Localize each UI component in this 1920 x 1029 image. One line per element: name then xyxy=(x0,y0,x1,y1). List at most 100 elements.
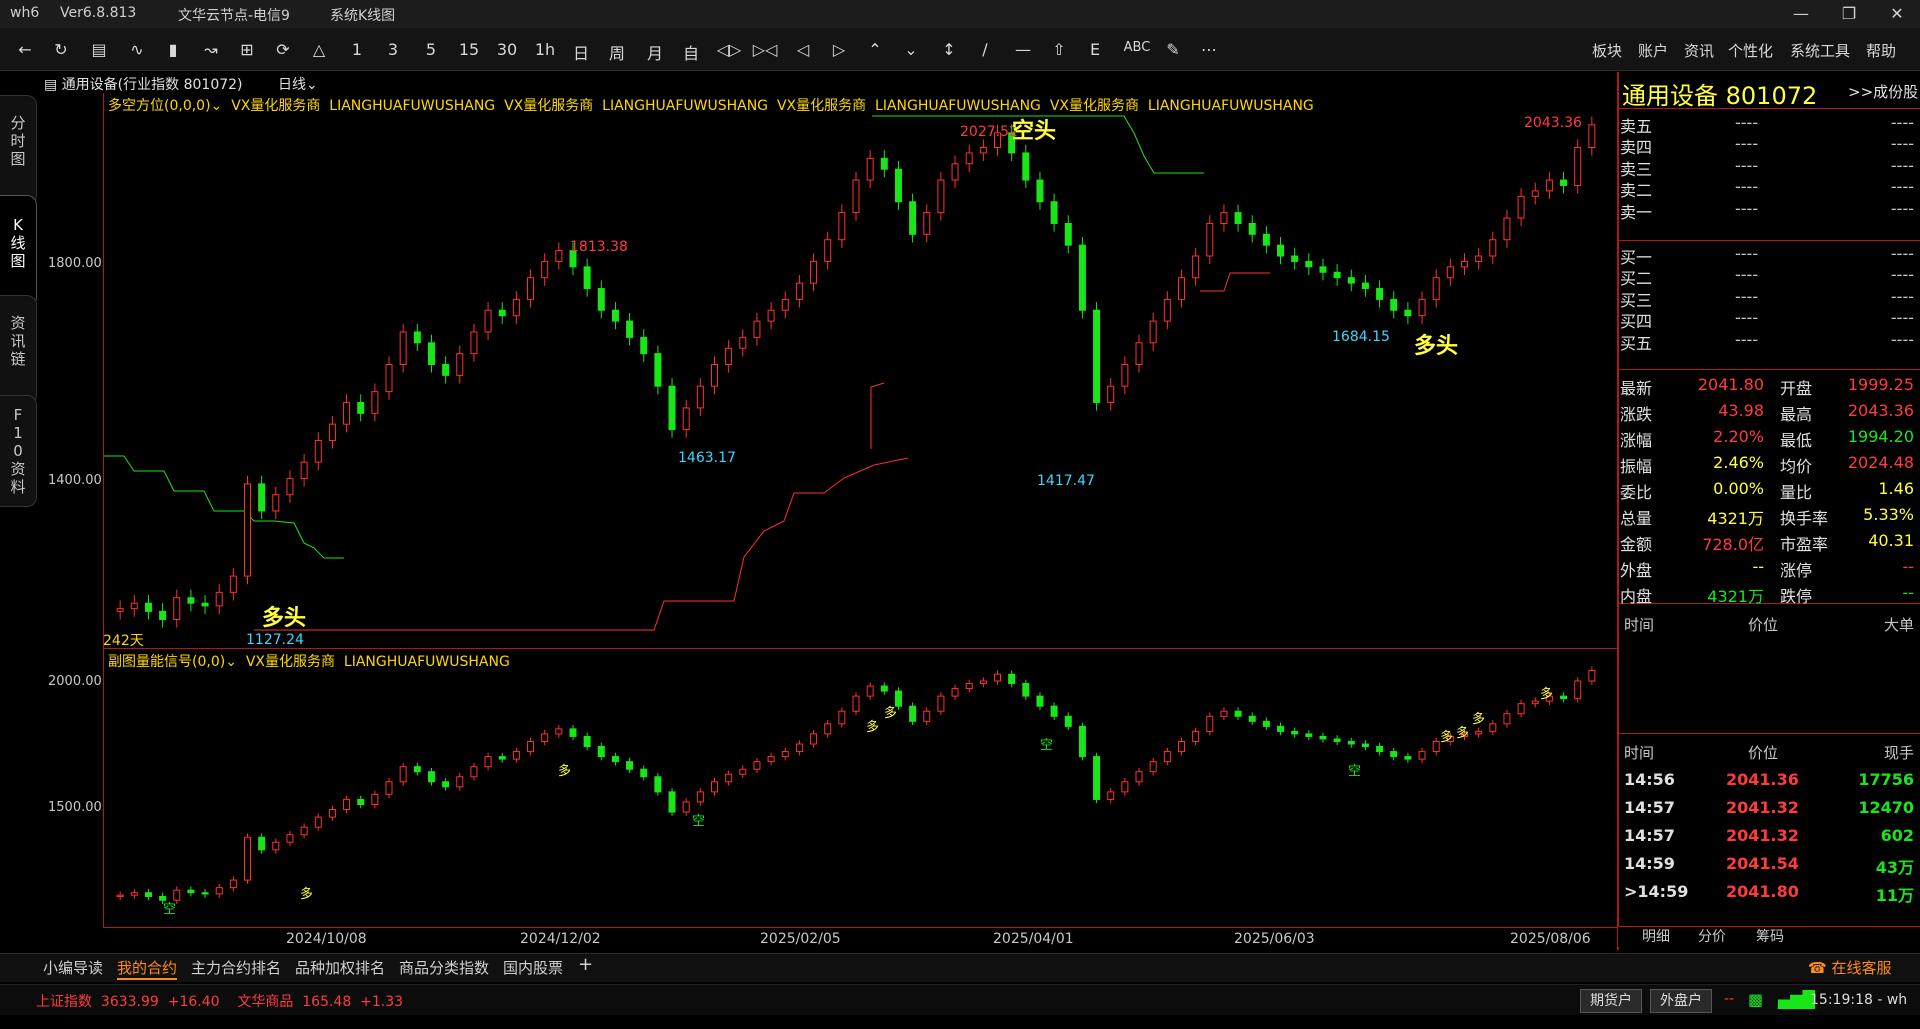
divider xyxy=(1619,240,1920,241)
menu-system-tools[interactable]: 系统工具 xyxy=(1790,40,1850,61)
components-link[interactable]: >>成份股 xyxy=(1848,81,1918,102)
menu-news[interactable]: 资讯 xyxy=(1684,40,1714,61)
period-15[interactable]: 15 xyxy=(456,40,482,59)
sub-axis-label: 1500.00 xyxy=(48,800,102,815)
close-icon[interactable]: ✕ xyxy=(1874,2,1920,26)
period-week[interactable]: 周 xyxy=(604,40,630,64)
prev-icon[interactable]: ◁ xyxy=(790,40,816,59)
tab-detail[interactable]: 明细 xyxy=(1642,926,1670,946)
zoom-out-icon[interactable]: ⌄ xyxy=(898,40,924,59)
server-node[interactable]: 文华云节点-电信9 xyxy=(178,5,290,25)
candle xyxy=(1404,309,1412,317)
period-day[interactable]: 日 xyxy=(568,40,594,64)
candle xyxy=(357,401,365,414)
period-5[interactable]: 5 xyxy=(418,40,444,59)
menu-help[interactable]: 帮助 xyxy=(1866,40,1896,61)
tab-f10[interactable]: F10资料 xyxy=(0,395,37,507)
tab-commodity-index[interactable]: 商品分类指数 xyxy=(399,957,489,978)
candle xyxy=(1376,746,1384,753)
futures-account-button[interactable]: 期货户 xyxy=(1580,989,1642,1013)
candle xyxy=(1107,791,1115,800)
divider xyxy=(1619,733,1920,734)
bar-chart-icon[interactable]: ▮ xyxy=(160,40,186,59)
candle xyxy=(385,781,393,795)
menu-account[interactable]: 账户 xyxy=(1638,40,1668,61)
period-30[interactable]: 30 xyxy=(494,40,520,59)
duo-signal: 多 xyxy=(884,706,898,721)
candle xyxy=(244,836,252,881)
tab-my-contracts[interactable]: 我的合约 xyxy=(117,957,178,980)
candle xyxy=(682,801,690,813)
period-1[interactable]: 1 xyxy=(344,40,370,59)
zoom-in-icon[interactable]: ⌃ xyxy=(862,40,888,59)
period-month[interactable]: 月 xyxy=(642,40,668,64)
chart-canvas[interactable] xyxy=(104,93,1616,928)
candle xyxy=(1107,385,1115,403)
minimize-icon[interactable]: — xyxy=(1778,2,1824,26)
plus-box-icon[interactable]: ⊞ xyxy=(234,40,260,59)
crosshair-icon[interactable]: ↕ xyxy=(936,40,962,59)
tab-news-chain[interactable]: 资讯链 xyxy=(0,295,37,405)
candle xyxy=(1531,190,1539,197)
online-service[interactable]: ☎ 在线客服 xyxy=(1808,957,1891,978)
candle xyxy=(880,157,888,170)
external-account-button[interactable]: 外盘户 xyxy=(1650,989,1712,1013)
candle xyxy=(696,791,704,803)
candle xyxy=(1078,244,1086,311)
candle xyxy=(640,768,648,778)
tab-chips[interactable]: 筹码 xyxy=(1756,926,1784,946)
candle xyxy=(1163,298,1171,322)
refresh-icon[interactable]: ↻ xyxy=(48,40,74,59)
next-icon[interactable]: ▷ xyxy=(826,40,852,59)
line-chart-icon[interactable]: ∿ xyxy=(124,40,150,59)
tab-domestic-stocks[interactable]: 国内股票 xyxy=(503,957,563,978)
drawing-icon[interactable]: ↝ xyxy=(198,40,224,59)
period-select[interactable]: 日线⌄ xyxy=(278,74,318,94)
period-custom[interactable]: 自 xyxy=(678,40,704,64)
restore-icon[interactable]: ❐ xyxy=(1826,2,1872,26)
candle xyxy=(1093,309,1101,403)
trend-step-line xyxy=(254,457,909,631)
trendline-icon[interactable]: ∕ xyxy=(972,40,998,59)
tab-editor-guide[interactable]: 小编导读 xyxy=(43,957,103,978)
tab-weighted-rank[interactable]: 品种加权排名 xyxy=(295,957,385,978)
collapse-icon[interactable]: ▷◁ xyxy=(752,40,778,59)
arrow-up-icon[interactable]: ⇧ xyxy=(1046,40,1072,59)
period-1h[interactable]: 1h xyxy=(532,40,558,59)
candle xyxy=(1503,713,1511,725)
candle xyxy=(1475,255,1483,262)
cycle-icon[interactable]: ⟳ xyxy=(270,40,296,59)
candle xyxy=(951,688,959,697)
quote-stat-row: 内盘 4321万 跌停 -- xyxy=(1620,583,1914,606)
menu-personalize[interactable]: 个性化 xyxy=(1728,40,1773,61)
candle xyxy=(710,364,718,387)
abc-text-icon[interactable]: ABC xyxy=(1120,40,1154,55)
bell-icon[interactable]: △ xyxy=(306,40,332,59)
candle xyxy=(527,277,535,300)
status-dash: -- xyxy=(1724,991,1735,1007)
expand-icon[interactable]: ◁▷ xyxy=(716,40,742,59)
period-3[interactable]: 3 xyxy=(380,40,406,59)
candle xyxy=(1248,715,1256,722)
tab-price-dist[interactable]: 分价 xyxy=(1698,926,1726,946)
candle xyxy=(909,705,917,722)
candle xyxy=(498,309,506,317)
candle xyxy=(1248,222,1256,235)
more-icon[interactable]: ⋯ xyxy=(1196,40,1222,59)
candle xyxy=(739,768,747,775)
candle xyxy=(1376,288,1384,300)
index-ticker[interactable]: 上证指数 3633.99 +16.40 文华商品 165.48 +1.33 xyxy=(36,991,403,1011)
menu-board[interactable]: 板块 xyxy=(1592,40,1622,61)
tab-main-contract-rank[interactable]: 主力合约排名 xyxy=(191,957,281,978)
duo-signal: 多 xyxy=(1472,712,1486,727)
low-label: 1463.17 xyxy=(678,450,736,466)
hline-icon[interactable]: — xyxy=(1010,40,1036,59)
candle xyxy=(343,798,351,811)
tab-kline[interactable]: K线图 xyxy=(0,195,37,307)
tab-intraday[interactable]: 分时图 xyxy=(0,95,37,205)
back-icon[interactable]: ← xyxy=(12,40,38,59)
pen-icon[interactable]: ✎ xyxy=(1160,40,1186,59)
add-tab-icon[interactable]: + xyxy=(578,954,593,975)
text-e-icon[interactable]: E xyxy=(1082,40,1108,59)
table-icon[interactable]: ▤ xyxy=(86,40,112,59)
